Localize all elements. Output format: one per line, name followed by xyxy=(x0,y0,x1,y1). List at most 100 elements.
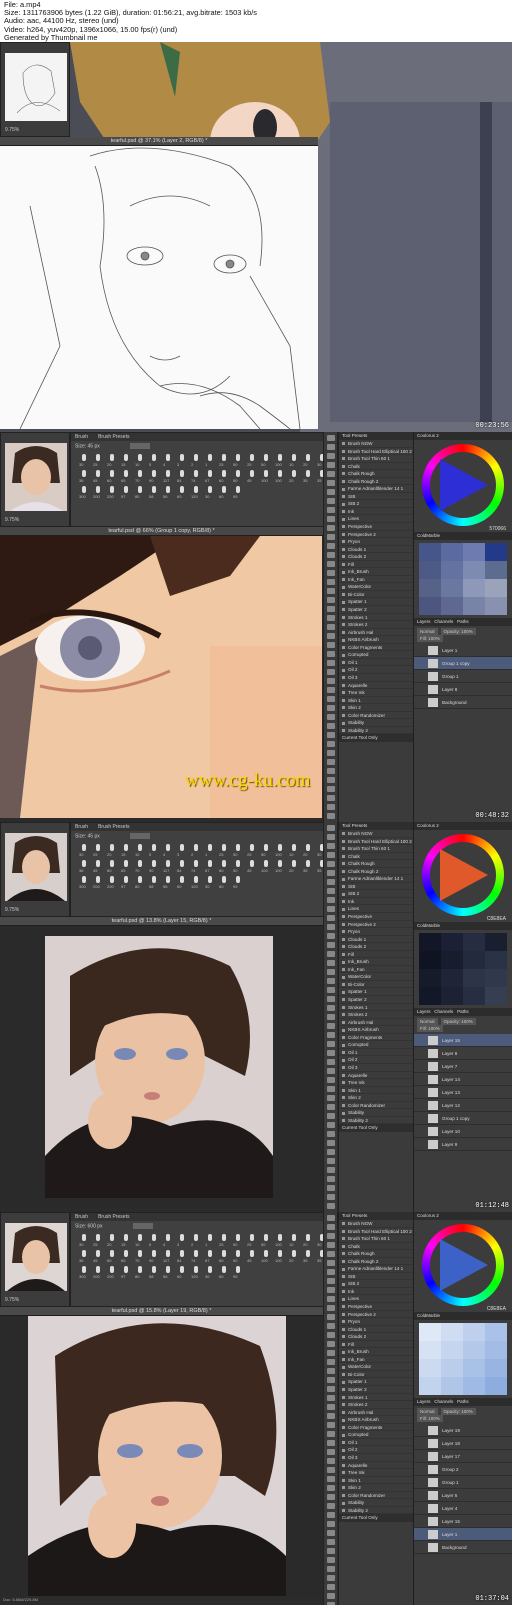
navigator-thumbnail[interactable] xyxy=(5,833,67,901)
layer-row[interactable]: Layer 6 xyxy=(414,1047,512,1060)
tool-icon[interactable] xyxy=(326,879,335,885)
color-swatch[interactable] xyxy=(463,969,485,987)
tool-icon[interactable] xyxy=(326,933,335,939)
layer-row[interactable]: Layer 14 xyxy=(414,1073,512,1086)
color-wheel[interactable] xyxy=(422,834,504,916)
tab-layers[interactable]: Layers xyxy=(417,619,431,624)
tool-icon[interactable] xyxy=(326,543,335,549)
opacity-field[interactable]: Opacity: 100% xyxy=(440,628,476,635)
preset-item[interactable]: Aquarelle xyxy=(339,682,413,690)
brush-tip[interactable]: 3 xyxy=(177,453,187,467)
tool-icon[interactable] xyxy=(326,870,335,876)
layer-row[interactable]: Layer 1 xyxy=(414,644,512,657)
tool-icon[interactable] xyxy=(326,960,335,966)
color-swatch[interactable] xyxy=(463,561,485,579)
brush-tip[interactable]: 2 xyxy=(191,453,201,467)
color-swatch[interactable] xyxy=(441,1377,463,1395)
brush-tip[interactable]: 45 xyxy=(247,859,257,873)
tool-icon[interactable] xyxy=(326,1215,335,1221)
color-swatch[interactable] xyxy=(419,987,441,1005)
tool-icon[interactable] xyxy=(326,1341,335,1347)
brush-tip[interactable]: 200 xyxy=(93,485,103,499)
tool-icon[interactable] xyxy=(326,1269,335,1275)
tool-icon[interactable] xyxy=(326,1332,335,1338)
preset-item[interactable]: Perspective xyxy=(339,523,413,531)
brush-tip[interactable]: 25 xyxy=(93,1233,103,1247)
tool-icon[interactable] xyxy=(326,525,335,531)
preset-item[interactable]: Oil 3 xyxy=(339,674,413,682)
tool-icon[interactable] xyxy=(326,1557,335,1563)
color-swatch[interactable] xyxy=(463,1377,485,1395)
tool-icon[interactable] xyxy=(326,1149,335,1155)
color-swatch[interactable] xyxy=(485,933,507,951)
tool-icon[interactable] xyxy=(326,897,335,903)
preset-item[interactable]: Stability 2 xyxy=(339,1507,413,1515)
brush-tips-grid[interactable]: 30 25 20 15 10 5 4 3 2 1 25 50 25 50 100 10 20 30 36 45 60 65… xyxy=(79,843,329,889)
brush-tip[interactable]: 20 xyxy=(289,859,299,873)
tool-icon[interactable] xyxy=(326,1167,335,1173)
tool-icon[interactable] xyxy=(326,1440,335,1446)
brush-tip[interactable]: 20 xyxy=(303,453,313,467)
tool-icon[interactable] xyxy=(326,804,335,810)
preset-item[interactable]: NKBS Airbrush xyxy=(339,1416,413,1424)
tool-icon[interactable] xyxy=(326,1224,335,1230)
color-swatch[interactable] xyxy=(485,987,507,1005)
tool-icon[interactable] xyxy=(326,915,335,921)
tool-icon[interactable] xyxy=(326,1113,335,1119)
preset-item[interactable]: Lines xyxy=(339,515,413,524)
brush-tips-grid[interactable]: 30 25 20 15 10 5 4 3 2 1 25 50 25 50 100 10 20 30 36 45 60 65… xyxy=(79,1233,329,1279)
color-swatch[interactable] xyxy=(441,543,463,561)
tool-icon[interactable] xyxy=(326,1023,335,1029)
tool-icon[interactable] xyxy=(326,1305,335,1311)
color-swatch[interactable] xyxy=(419,969,441,987)
presets-footer[interactable]: Current Tool Only xyxy=(339,734,413,743)
brush-tip[interactable]: 65 xyxy=(121,469,131,483)
preset-item[interactable]: Skin 1 xyxy=(339,1477,413,1485)
preset-item[interactable]: Oil 3 xyxy=(339,1454,413,1462)
layer-row[interactable]: Group 2 xyxy=(414,1463,512,1476)
tools-column[interactable] xyxy=(323,822,337,1212)
preset-item[interactable]: Oil 3 xyxy=(339,1064,413,1072)
tool-icon[interactable] xyxy=(326,1476,335,1482)
preset-item[interactable]: Strokes 1 xyxy=(339,614,413,622)
preset-item[interactable]: Oil 1 xyxy=(339,1049,413,1057)
brush-tip[interactable]: 100 xyxy=(275,469,285,483)
brush-tip[interactable]: 100 xyxy=(275,843,285,857)
brush-tip[interactable]: 36 xyxy=(79,859,89,873)
preset-item[interactable]: Skin 2 xyxy=(339,704,413,712)
brush-tip[interactable]: 120 xyxy=(191,485,201,499)
brush-tip[interactable]: 1 xyxy=(205,453,215,467)
tool-icon[interactable] xyxy=(326,651,335,657)
navigator-thumbnail[interactable] xyxy=(5,53,67,121)
preset-item[interactable]: Ink xyxy=(339,1288,413,1296)
tool-icon[interactable] xyxy=(326,1158,335,1164)
tab-layers[interactable]: Layers xyxy=(417,1399,431,1404)
brush-tip[interactable]: 20 xyxy=(107,843,117,857)
preset-item[interactable]: Color Fragments xyxy=(339,1424,413,1432)
tool-icon[interactable] xyxy=(326,1485,335,1491)
brush-tip[interactable]: 4 xyxy=(163,843,173,857)
tool-icon[interactable] xyxy=(326,1140,335,1146)
color-swatch[interactable] xyxy=(463,543,485,561)
brush-tip[interactable]: 45 xyxy=(247,1249,257,1263)
tab-brush[interactable]: Brush xyxy=(75,824,88,830)
brush-tip[interactable]: 50 xyxy=(233,1233,243,1247)
color-swatch[interactable] xyxy=(463,951,485,969)
color-swatch[interactable] xyxy=(419,543,441,561)
preset-item[interactable]: Brush Tool Hard Elliptical 100 2 xyxy=(339,448,413,456)
tool-icon[interactable] xyxy=(326,480,335,486)
brush-tip[interactable]: 4 xyxy=(163,453,173,467)
layer-row[interactable]: Layer 13 xyxy=(414,1086,512,1099)
brush-tip[interactable]: 97 xyxy=(121,1265,131,1279)
brush-tip[interactable]: 300 xyxy=(79,485,89,499)
brush-tip[interactable]: 90 xyxy=(149,1249,159,1263)
color-swatch[interactable] xyxy=(441,579,463,597)
brush-tip[interactable]: 25 xyxy=(93,843,103,857)
brush-tip[interactable]: 10 xyxy=(289,1233,299,1247)
brush-tip[interactable]: 15 xyxy=(121,843,131,857)
preset-item[interactable]: Brush Tool Hard Elliptical 100 2 xyxy=(339,1228,413,1236)
brush-tip[interactable]: 25 xyxy=(219,843,229,857)
tool-icon[interactable] xyxy=(326,1032,335,1038)
preset-item[interactable]: Chalk Rough xyxy=(339,860,413,868)
tab-brush-presets[interactable]: Brush Presets xyxy=(98,434,129,440)
